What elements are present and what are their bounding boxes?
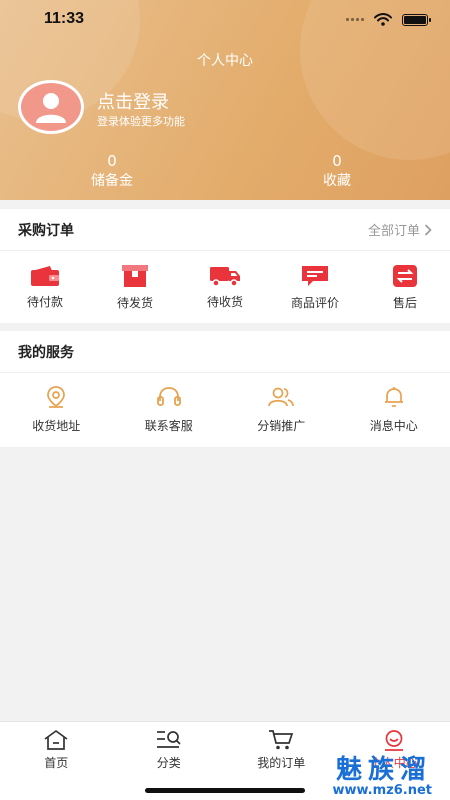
chevron-right-icon xyxy=(424,223,432,236)
comment-icon xyxy=(302,265,328,286)
service-customer-support[interactable]: 联系客服 xyxy=(113,373,226,445)
orders-card: 采购订单 全部订单 待付款 待发货 待收货 商品评价 售后 xyxy=(0,209,450,323)
headset-icon xyxy=(156,386,181,406)
watermark: 魅族溜 www.mz6.net xyxy=(332,756,432,798)
service-distribution[interactable]: 分销推广 xyxy=(225,373,338,445)
cart-icon xyxy=(269,730,294,750)
stat-label: 收藏 xyxy=(323,173,351,189)
service-label: 分销推广 xyxy=(257,418,306,433)
cellular-signal-icon xyxy=(346,18,364,21)
tab-label: 首页 xyxy=(44,756,69,770)
stat-value: 0 xyxy=(332,152,342,170)
wallet-icon xyxy=(31,265,59,286)
bell-icon xyxy=(384,386,403,407)
login-link[interactable]: 点击登录 xyxy=(97,88,169,114)
order-label: 售后 xyxy=(392,295,417,310)
status-bar: 11:33 xyxy=(0,0,450,40)
service-messages[interactable]: 消息中心 xyxy=(338,373,450,445)
order-pending-shipment[interactable]: 待发货 xyxy=(90,251,180,323)
service-label: 联系客服 xyxy=(144,418,193,433)
stat-label: 储备金 xyxy=(91,173,133,189)
all-orders-label: 全部订单 xyxy=(367,224,420,239)
avatar[interactable] xyxy=(18,80,84,134)
stat-favorites[interactable]: 0 收藏 xyxy=(297,152,377,192)
tab-label: 分类 xyxy=(156,756,181,770)
service-label: 收货地址 xyxy=(32,418,81,433)
user-avatar-icon xyxy=(36,93,66,123)
home-icon xyxy=(44,729,68,750)
home-indicator xyxy=(145,788,305,793)
tab-label: 我的订单 xyxy=(257,756,306,770)
login-subtitle: 登录体验更多功能 xyxy=(97,115,185,128)
package-icon xyxy=(122,264,148,287)
order-label: 待收货 xyxy=(206,294,243,309)
user-icon xyxy=(384,730,403,751)
status-time: 11:33 xyxy=(44,10,85,27)
services-card: 我的服务 收货地址 联系客服 分销推广 消息中心 xyxy=(0,331,450,447)
category-search-icon xyxy=(156,731,181,748)
service-address[interactable]: 收货地址 xyxy=(0,373,113,445)
wifi-icon xyxy=(374,13,392,26)
exchange-icon xyxy=(393,264,417,287)
battery-icon xyxy=(402,13,431,26)
page-title: 个人中心 xyxy=(197,53,253,69)
orders-title: 采购订单 xyxy=(18,222,74,239)
location-pin-icon xyxy=(47,385,66,408)
stat-reserve[interactable]: 0 储备金 xyxy=(72,152,152,192)
order-label: 待发货 xyxy=(116,295,153,310)
services-title: 我的服务 xyxy=(18,344,74,361)
stat-value: 0 xyxy=(107,152,117,170)
order-label: 待付款 xyxy=(26,294,63,309)
service-label: 消息中心 xyxy=(369,418,418,433)
watermark-url: www.mz6.net xyxy=(332,783,432,798)
users-icon xyxy=(268,387,295,406)
order-label: 商品评价 xyxy=(290,295,339,310)
order-after-sales[interactable]: 售后 xyxy=(360,251,450,323)
watermark-title: 魅族溜 xyxy=(335,755,432,785)
all-orders-link[interactable]: 全部订单 xyxy=(368,220,432,239)
order-pending-receipt[interactable]: 待收货 xyxy=(180,251,270,323)
tab-home[interactable]: 首页 xyxy=(0,722,113,800)
truck-icon xyxy=(210,266,240,287)
order-pending-payment[interactable]: 待付款 xyxy=(0,251,90,323)
order-review[interactable]: 商品评价 xyxy=(270,251,360,323)
